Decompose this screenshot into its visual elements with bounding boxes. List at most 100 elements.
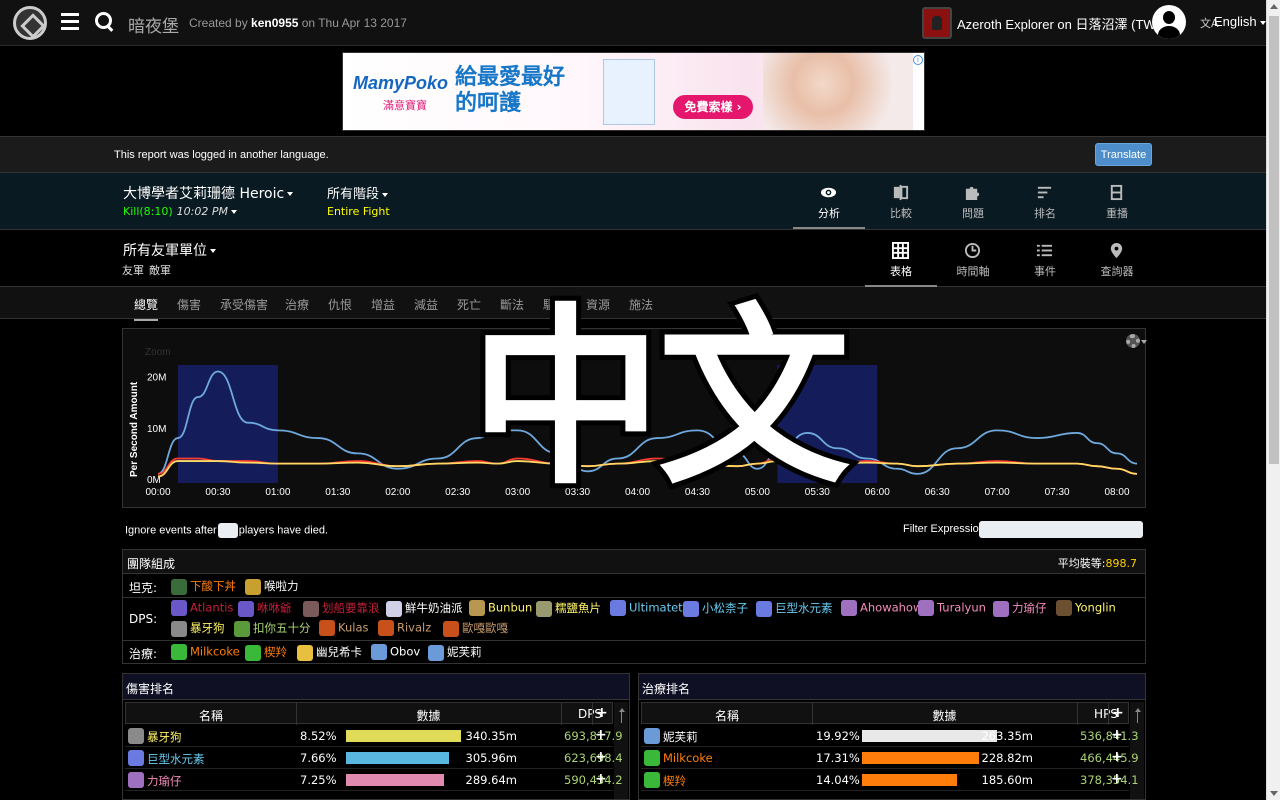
player-entry[interactable]: 歐嘎歐嘎 <box>443 620 508 637</box>
chevron-down-icon[interactable] <box>1141 340 1147 344</box>
player-entry[interactable]: 扣你五十分 <box>234 620 311 637</box>
user-avatar[interactable] <box>1152 5 1186 39</box>
horde-guild-icon[interactable] <box>922 7 952 39</box>
player-entry[interactable]: 妮芙莉 <box>428 644 482 661</box>
sub-tab[interactable]: 減益 <box>414 296 438 313</box>
creator-link[interactable]: ken0955 <box>251 16 298 30</box>
column-rate[interactable]: HPS <box>1077 707 1135 721</box>
phase-selector[interactable]: 所有階段 <box>327 183 389 202</box>
player-entry[interactable]: 划船要靠浪 <box>303 600 380 617</box>
row-name[interactable]: Milkcoke <box>663 751 713 765</box>
x-tick-label: 02:30 <box>445 487 470 498</box>
sub-tab[interactable]: 承受傷害 <box>220 296 268 313</box>
sub-tab[interactable]: 治療 <box>285 296 309 313</box>
menu-icon[interactable] <box>61 13 79 31</box>
friendly-link[interactable]: 友軍 <box>122 264 144 277</box>
player-entry[interactable]: Atlantis <box>171 600 233 616</box>
ad-info-icon[interactable]: i <box>913 55 923 65</box>
player-entry[interactable]: 鮮牛奶油派 <box>386 600 463 617</box>
table-row[interactable]: 巨型水元素 7.66% 305.96m 623,698.4 + <box>125 747 623 769</box>
player-entry[interactable]: 喉啦力 <box>245 578 299 595</box>
ignore-deaths-input[interactable] <box>217 523 238 538</box>
add-column-icon[interactable]: + <box>596 705 608 721</box>
player-entry[interactable]: 力瑜仔 <box>993 600 1047 617</box>
player-entry[interactable]: Rivalz <box>378 620 431 636</box>
x-tick-label: 02:00 <box>385 487 410 498</box>
expand-icon[interactable]: + <box>1111 771 1123 787</box>
expand-icon[interactable]: + <box>1111 749 1123 765</box>
expand-icon[interactable]: + <box>595 749 607 765</box>
player-entry[interactable]: Bunbun <box>469 600 532 616</box>
sub-tab[interactable]: 仇恨 <box>328 296 352 313</box>
table-row[interactable]: 暴牙狗 8.52% 340.35m 693,817.9 + <box>125 725 623 747</box>
column-rate[interactable]: DPS <box>561 707 619 721</box>
player-entry[interactable]: Yonglin <box>1056 600 1116 616</box>
add-column-icon[interactable]: + <box>1112 705 1124 721</box>
site-logo[interactable] <box>13 6 47 40</box>
search-icon[interactable] <box>95 12 115 32</box>
class-icon <box>644 772 660 788</box>
scroll-thumb[interactable] <box>1269 16 1279 464</box>
tab-events[interactable]: 事件 <box>1009 231 1081 287</box>
guild-link[interactable]: Azeroth Explorer on 日落沼澤 (TW) <box>957 14 1160 33</box>
tab-compare[interactable]: 比較 <box>865 173 937 229</box>
player-entry[interactable]: Kulas <box>319 620 369 636</box>
player-entry[interactable]: Ultimatet <box>610 600 683 616</box>
row-name[interactable]: 巨型水元素 <box>147 751 205 767</box>
column-amount[interactable]: 數據 <box>812 707 1077 724</box>
scroll-up-icon[interactable] <box>1270 4 1278 9</box>
panel-header: 傷害排名 <box>123 674 629 700</box>
tab-replay[interactable]: 重播 <box>1081 173 1153 229</box>
player-entry[interactable]: 幽兒希卡 <box>297 644 362 661</box>
sub-tab[interactable]: 總覽 <box>134 296 159 321</box>
player-entry[interactable]: 楔羚 <box>245 644 287 661</box>
row-name[interactable]: 妮芙莉 <box>663 729 698 745</box>
player-entry[interactable]: 暴牙狗 <box>171 620 225 637</box>
player-name: Ultimatet <box>629 600 683 615</box>
tab-table[interactable]: 表格 <box>865 231 937 287</box>
tab-problems[interactable]: 問題 <box>937 173 1009 229</box>
ad-brand-sub: 滿意寶寶 <box>383 99 427 112</box>
tab-analysis[interactable]: 分析 <box>793 173 865 229</box>
tab-rankings[interactable]: 排名 <box>1009 173 1081 229</box>
fight-result[interactable]: Kill(8:10) 10:02 PM <box>123 205 237 218</box>
row-name[interactable]: 力瑜仔 <box>147 773 182 789</box>
enemy-link[interactable]: 敵軍 <box>149 264 171 277</box>
table-row[interactable]: 力瑜仔 7.25% 289.64m 590,434.2 + <box>125 769 623 791</box>
table-row[interactable]: 楔羚 14.04% 185.60m 378,354.1 + <box>641 769 1139 791</box>
language-selector[interactable]: English <box>1214 14 1266 29</box>
translate-button[interactable]: Translate <box>1095 143 1152 166</box>
column-amount[interactable]: 數據 <box>296 707 561 724</box>
ad-banner[interactable]: MamyPoko 滿意寶寶 給最愛最好的呵護 免費索樣 › i <box>342 52 925 131</box>
player-entry[interactable]: 巨型水元素 <box>756 600 833 617</box>
filter-expression-input[interactable] <box>979 521 1143 538</box>
tab-timeline[interactable]: 時間軸 <box>937 231 1009 287</box>
tab-query[interactable]: 查詢器 <box>1081 231 1153 287</box>
player-entry[interactable]: Turalyun <box>918 600 986 616</box>
expand-icon[interactable]: + <box>595 771 607 787</box>
actor-selector[interactable]: 所有友軍單位 <box>123 240 216 260</box>
page-scrollbar[interactable] <box>1266 0 1280 800</box>
row-name[interactable]: 楔羚 <box>663 773 686 789</box>
ad-cta-button[interactable]: 免費索樣 › <box>673 95 753 119</box>
player-entry[interactable]: 下酸下丼 <box>171 578 236 595</box>
player-entry[interactable]: 小松柰子 <box>683 600 748 617</box>
boss-selector[interactable]: 大博學者艾莉珊德 Heroic <box>123 183 294 203</box>
player-entry[interactable]: Milkcoke <box>171 644 240 660</box>
player-entry[interactable]: 咻咻爺 <box>238 600 292 617</box>
expand-icon[interactable]: + <box>595 727 607 743</box>
sub-tab[interactable]: 傷害 <box>177 296 201 313</box>
expand-icon[interactable]: + <box>1111 727 1123 743</box>
row-name[interactable]: 暴牙狗 <box>147 729 182 745</box>
table-row[interactable]: 妮芙莉 19.92% 263.35m 536,841.3 + <box>641 725 1139 747</box>
player-entry[interactable]: Ahowahow <box>841 600 922 616</box>
sub-tab[interactable]: 增益 <box>371 296 395 313</box>
player-entry[interactable]: Obov <box>371 644 420 660</box>
scroll-down-icon[interactable] <box>1270 791 1278 796</box>
gear-icon[interactable] <box>1126 334 1140 348</box>
column-name[interactable]: 名稱 <box>126 707 296 724</box>
player-name: Ahowahow <box>860 600 923 615</box>
table-row[interactable]: Milkcoke 17.31% 228.82m 466,445.9 + <box>641 747 1139 769</box>
column-name[interactable]: 名稱 <box>642 707 812 724</box>
player-entry[interactable]: 糯鹽魚片 <box>536 600 601 617</box>
